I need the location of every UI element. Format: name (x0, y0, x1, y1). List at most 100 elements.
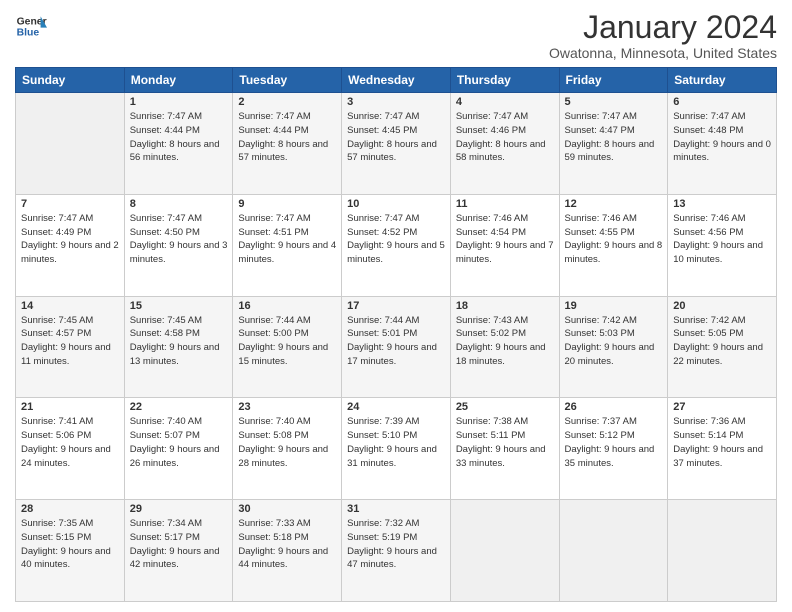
day-number: 8 (130, 198, 228, 210)
table-cell (450, 500, 559, 602)
day-number: 9 (238, 198, 336, 210)
day-number: 1 (130, 96, 228, 108)
day-info: Sunrise: 7:47 AM Sunset: 4:44 PM Dayligh… (130, 110, 228, 165)
page: General Blue January 2024 Owatonna, Minn… (0, 0, 792, 612)
day-info: Sunrise: 7:47 AM Sunset: 4:45 PM Dayligh… (347, 110, 445, 165)
day-number: 31 (347, 503, 445, 515)
logo: General Blue (15, 10, 47, 42)
day-info: Sunrise: 7:38 AM Sunset: 5:11 PM Dayligh… (456, 415, 554, 470)
day-info: Sunrise: 7:47 AM Sunset: 4:44 PM Dayligh… (238, 110, 336, 165)
table-cell: 18Sunrise: 7:43 AM Sunset: 5:02 PM Dayli… (450, 296, 559, 398)
table-cell: 1 Sunrise: 7:47 AM Sunset: 4:44 PM Daylig… (124, 93, 233, 195)
day-info: Sunrise: 7:42 AM Sunset: 5:05 PM Dayligh… (673, 314, 771, 369)
week-row-1: 1 Sunrise: 7:47 AM Sunset: 4:44 PM Daylig… (16, 93, 777, 195)
col-saturday: Saturday (668, 68, 777, 93)
day-number: 16 (238, 300, 336, 312)
table-cell: 24Sunrise: 7:39 AM Sunset: 5:10 PM Dayli… (342, 398, 451, 500)
table-cell: 31 Sunrise: 7:32 AM Sunset: 5:19 PM Dayli… (342, 500, 451, 602)
table-cell: 7 Sunrise: 7:47 AM Sunset: 4:49 PM Daylig… (16, 194, 125, 296)
table-cell: 29Sunrise: 7:34 AM Sunset: 5:17 PM Dayli… (124, 500, 233, 602)
day-info: Sunrise: 7:42 AM Sunset: 5:03 PM Dayligh… (565, 314, 663, 369)
table-cell: 16 Sunrise: 7:44 AM Sunset: 5:00 PM Dayli… (233, 296, 342, 398)
table-cell: 30 Sunrise: 7:33 AM Sunset: 5:18 PM Dayli… (233, 500, 342, 602)
calendar-header-row: Sunday Monday Tuesday Wednesday Thursday… (16, 68, 777, 93)
day-info: Sunrise: 7:45 AM Sunset: 4:57 PM Dayligh… (21, 314, 119, 369)
table-cell: 10 Sunrise: 7:47 AM Sunset: 4:52 PM Dayli… (342, 194, 451, 296)
svg-text:Blue: Blue (17, 28, 40, 39)
day-number: 15 (130, 300, 228, 312)
logo-icon: General Blue (15, 10, 47, 42)
week-row-3: 14 Sunrise: 7:45 AM Sunset: 4:57 PM Dayli… (16, 296, 777, 398)
table-cell: 4Sunrise: 7:47 AM Sunset: 4:46 PM Daylig… (450, 93, 559, 195)
page-title: January 2024 (549, 10, 777, 45)
day-number: 14 (21, 300, 119, 312)
table-cell: 6Sunrise: 7:47 AM Sunset: 4:48 PM Daylig… (668, 93, 777, 195)
day-number: 2 (238, 96, 336, 108)
day-number: 22 (130, 401, 228, 413)
week-row-2: 7 Sunrise: 7:47 AM Sunset: 4:49 PM Daylig… (16, 194, 777, 296)
day-number: 10 (347, 198, 445, 210)
day-info: Sunrise: 7:47 AM Sunset: 4:49 PM Dayligh… (21, 212, 119, 267)
day-number: 19 (565, 300, 663, 312)
day-info: Sunrise: 7:44 AM Sunset: 5:00 PM Dayligh… (238, 314, 336, 369)
page-subtitle: Owatonna, Minnesota, United States (549, 45, 777, 61)
table-cell (559, 500, 668, 602)
title-area: January 2024 Owatonna, Minnesota, United… (549, 10, 777, 61)
day-number: 5 (565, 96, 663, 108)
day-info: Sunrise: 7:32 AM Sunset: 5:19 PM Dayligh… (347, 517, 445, 572)
day-number: 17 (347, 300, 445, 312)
table-cell: 23Sunrise: 7:40 AM Sunset: 5:08 PM Dayli… (233, 398, 342, 500)
day-info: Sunrise: 7:47 AM Sunset: 4:47 PM Dayligh… (565, 110, 663, 165)
table-cell: 28 Sunrise: 7:35 AM Sunset: 5:15 PM Dayli… (16, 500, 125, 602)
day-info: Sunrise: 7:44 AM Sunset: 5:01 PM Dayligh… (347, 314, 445, 369)
table-cell: 20 Sunrise: 7:42 AM Sunset: 5:05 PM Dayli… (668, 296, 777, 398)
day-info: Sunrise: 7:39 AM Sunset: 5:10 PM Dayligh… (347, 415, 445, 470)
table-cell: 15 Sunrise: 7:45 AM Sunset: 4:58 PM Dayli… (124, 296, 233, 398)
day-info: Sunrise: 7:45 AM Sunset: 4:58 PM Dayligh… (130, 314, 228, 369)
day-info: Sunrise: 7:33 AM Sunset: 5:18 PM Dayligh… (238, 517, 336, 572)
day-info: Sunrise: 7:47 AM Sunset: 4:52 PM Dayligh… (347, 212, 445, 267)
col-tuesday: Tuesday (233, 68, 342, 93)
day-number: 28 (21, 503, 119, 515)
col-wednesday: Wednesday (342, 68, 451, 93)
table-cell: 17 Sunrise: 7:44 AM Sunset: 5:01 PM Dayli… (342, 296, 451, 398)
day-info: Sunrise: 7:35 AM Sunset: 5:15 PM Dayligh… (21, 517, 119, 572)
day-info: Sunrise: 7:40 AM Sunset: 5:08 PM Dayligh… (238, 415, 336, 470)
table-cell (668, 500, 777, 602)
col-sunday: Sunday (16, 68, 125, 93)
day-info: Sunrise: 7:41 AM Sunset: 5:06 PM Dayligh… (21, 415, 119, 470)
day-number: 21 (21, 401, 119, 413)
table-cell: 5 Sunrise: 7:47 AM Sunset: 4:47 PM Daylig… (559, 93, 668, 195)
day-info: Sunrise: 7:46 AM Sunset: 4:55 PM Dayligh… (565, 212, 663, 267)
header: General Blue January 2024 Owatonna, Minn… (15, 10, 777, 61)
day-info: Sunrise: 7:34 AM Sunset: 5:17 PM Dayligh… (130, 517, 228, 572)
day-info: Sunrise: 7:47 AM Sunset: 4:48 PM Dayligh… (673, 110, 771, 165)
table-cell: 22 Sunrise: 7:40 AM Sunset: 5:07 PM Dayli… (124, 398, 233, 500)
day-number: 4 (456, 96, 554, 108)
day-number: 30 (238, 503, 336, 515)
table-cell: 2 Sunrise: 7:47 AM Sunset: 4:44 PM Daylig… (233, 93, 342, 195)
day-number: 20 (673, 300, 771, 312)
day-number: 25 (456, 401, 554, 413)
table-cell: 19 Sunrise: 7:42 AM Sunset: 5:03 PM Dayli… (559, 296, 668, 398)
day-info: Sunrise: 7:37 AM Sunset: 5:12 PM Dayligh… (565, 415, 663, 470)
day-info: Sunrise: 7:43 AM Sunset: 5:02 PM Dayligh… (456, 314, 554, 369)
day-info: Sunrise: 7:46 AM Sunset: 4:54 PM Dayligh… (456, 212, 554, 267)
day-info: Sunrise: 7:40 AM Sunset: 5:07 PM Dayligh… (130, 415, 228, 470)
day-number: 13 (673, 198, 771, 210)
table-cell: 9Sunrise: 7:47 AM Sunset: 4:51 PM Daylig… (233, 194, 342, 296)
table-cell: 11 Sunrise: 7:46 AM Sunset: 4:54 PM Dayli… (450, 194, 559, 296)
col-friday: Friday (559, 68, 668, 93)
day-number: 7 (21, 198, 119, 210)
col-monday: Monday (124, 68, 233, 93)
table-cell: 27Sunrise: 7:36 AM Sunset: 5:14 PM Dayli… (668, 398, 777, 500)
table-cell: 12Sunrise: 7:46 AM Sunset: 4:55 PM Dayli… (559, 194, 668, 296)
table-cell: 21 Sunrise: 7:41 AM Sunset: 5:06 PM Dayli… (16, 398, 125, 500)
table-cell: 3Sunrise: 7:47 AM Sunset: 4:45 PM Daylig… (342, 93, 451, 195)
col-thursday: Thursday (450, 68, 559, 93)
day-info: Sunrise: 7:36 AM Sunset: 5:14 PM Dayligh… (673, 415, 771, 470)
week-row-5: 28 Sunrise: 7:35 AM Sunset: 5:15 PM Dayli… (16, 500, 777, 602)
table-cell (16, 93, 125, 195)
table-cell: 25 Sunrise: 7:38 AM Sunset: 5:11 PM Dayli… (450, 398, 559, 500)
day-number: 11 (456, 198, 554, 210)
